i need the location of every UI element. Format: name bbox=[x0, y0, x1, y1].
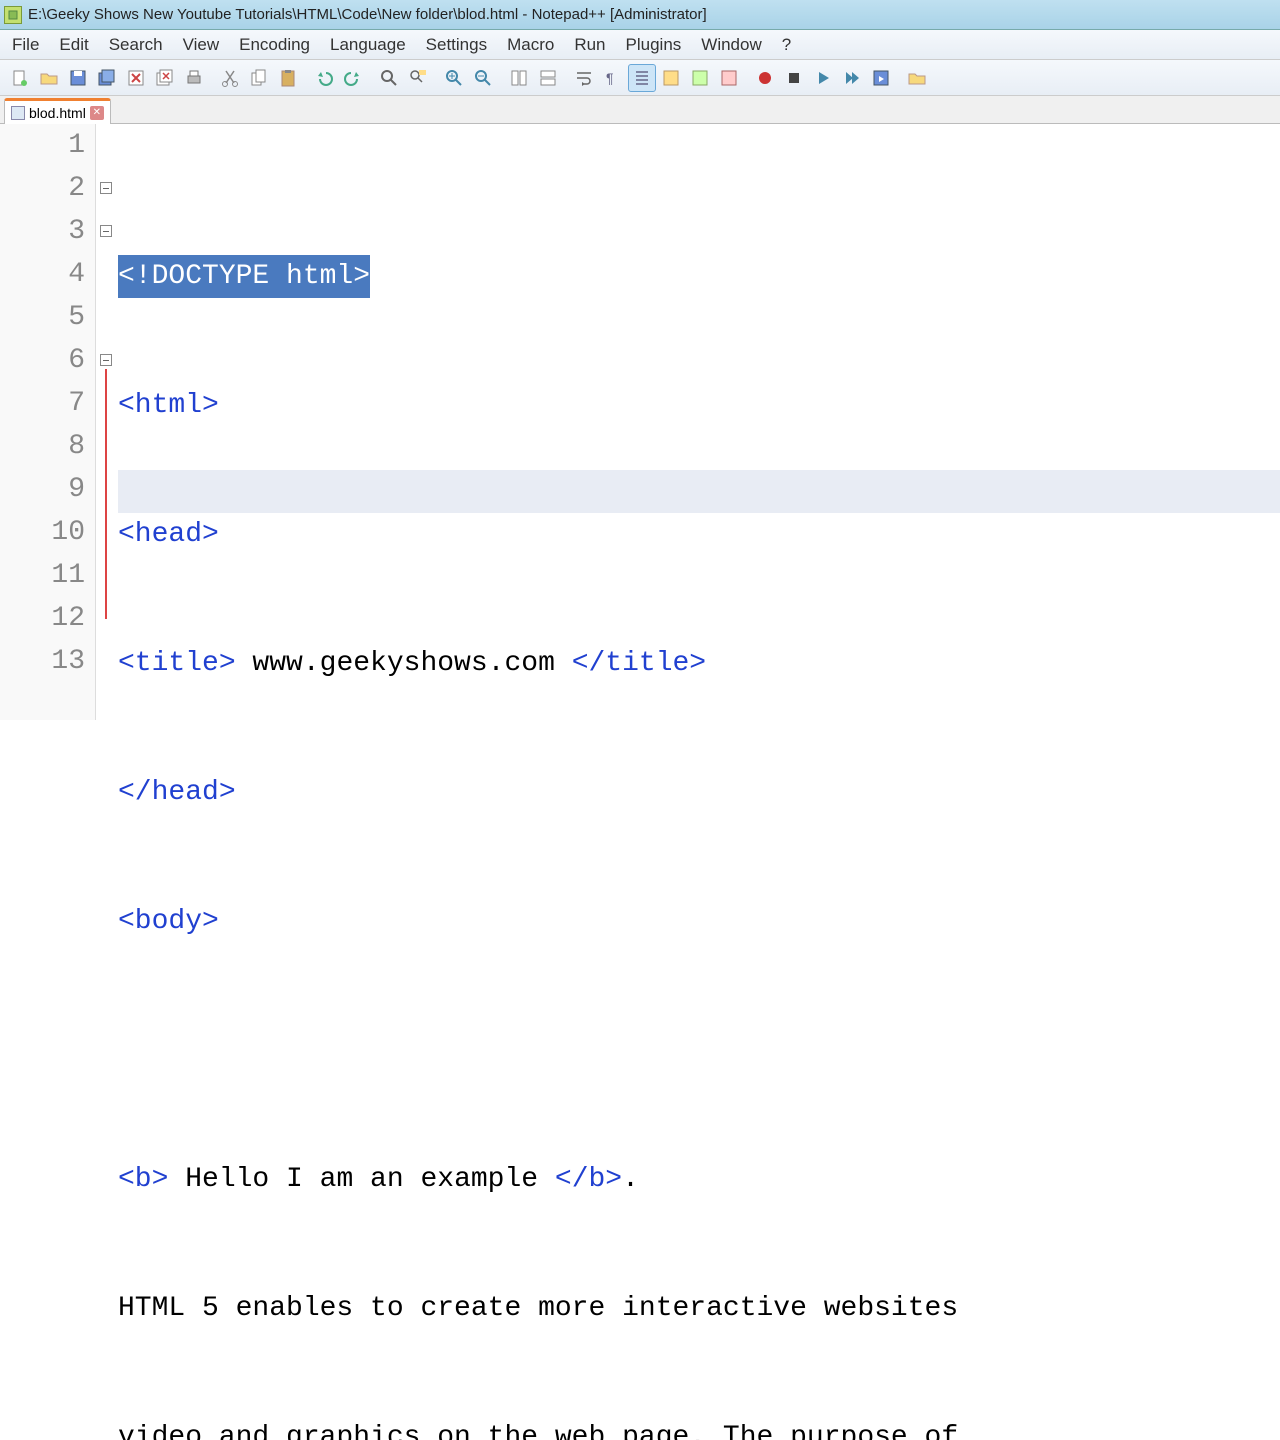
toolbar: ¶ bbox=[0, 60, 1280, 96]
code-text: <html> bbox=[118, 384, 219, 427]
copy-icon[interactable] bbox=[245, 64, 273, 92]
fold-toggle-icon[interactable] bbox=[100, 225, 112, 237]
menu-macro[interactable]: Macro bbox=[497, 30, 564, 59]
code-text: </head> bbox=[118, 771, 236, 814]
code-text: www.geekyshows.com bbox=[236, 642, 572, 685]
window-title: E:\Geeky Shows New Youtube Tutorials\HTM… bbox=[28, 6, 707, 23]
line-number: 4 bbox=[0, 253, 95, 296]
menu-view[interactable]: View bbox=[173, 30, 230, 59]
line-number: 3 bbox=[0, 210, 95, 253]
code-text: HTML 5 enables to create more interactiv… bbox=[118, 1287, 958, 1330]
tab-label: blod.html bbox=[29, 105, 86, 121]
editor[interactable]: 1 2 3 4 5 6 7 8 9 10 11 12 13 <!DOCTYPE … bbox=[0, 124, 1280, 720]
code-text: video and graphics on the web page. The … bbox=[118, 1416, 958, 1440]
doc-map-icon[interactable] bbox=[686, 64, 714, 92]
menu-bar: File Edit Search View Encoding Language … bbox=[0, 30, 1280, 60]
code-text: . bbox=[622, 1158, 639, 1201]
code-text: <b> bbox=[118, 1158, 168, 1201]
fold-column bbox=[96, 124, 118, 720]
line-number-gutter: 1 2 3 4 5 6 7 8 9 10 11 12 13 bbox=[0, 124, 96, 720]
app-icon bbox=[4, 6, 22, 24]
save-icon[interactable] bbox=[64, 64, 92, 92]
play-multi-icon[interactable] bbox=[838, 64, 866, 92]
wordwrap-icon[interactable] bbox=[570, 64, 598, 92]
indent-guide-icon[interactable] bbox=[628, 64, 656, 92]
file-icon bbox=[11, 106, 25, 120]
find-icon[interactable] bbox=[375, 64, 403, 92]
show-all-chars-icon[interactable]: ¶ bbox=[599, 64, 627, 92]
menu-file[interactable]: File bbox=[2, 30, 49, 59]
title-bar: E:\Geeky Shows New Youtube Tutorials\HTM… bbox=[0, 0, 1280, 30]
undo-icon[interactable] bbox=[310, 64, 338, 92]
line-number: 8 bbox=[0, 425, 95, 468]
print-icon[interactable] bbox=[180, 64, 208, 92]
user-lang-icon[interactable] bbox=[657, 64, 685, 92]
menu-window[interactable]: Window bbox=[691, 30, 771, 59]
record-macro-icon[interactable] bbox=[751, 64, 779, 92]
code-text: <head> bbox=[118, 513, 219, 556]
line-number: 9 bbox=[0, 468, 95, 511]
code-text: Hello I am an example bbox=[168, 1158, 554, 1201]
fold-toggle-icon[interactable] bbox=[100, 354, 112, 366]
save-macro-icon[interactable] bbox=[867, 64, 895, 92]
tab-close-icon[interactable]: ✕ bbox=[90, 106, 104, 120]
svg-text:¶: ¶ bbox=[606, 70, 614, 86]
play-macro-icon[interactable] bbox=[809, 64, 837, 92]
line-number: 12 bbox=[0, 597, 95, 640]
save-all-icon[interactable] bbox=[93, 64, 121, 92]
line-number: 13 bbox=[0, 640, 95, 683]
menu-search[interactable]: Search bbox=[99, 30, 173, 59]
fold-toggle-icon[interactable] bbox=[100, 182, 112, 194]
menu-encoding[interactable]: Encoding bbox=[229, 30, 320, 59]
code-text: <body> bbox=[118, 900, 219, 943]
menu-run[interactable]: Run bbox=[564, 30, 615, 59]
code-text: </b> bbox=[555, 1158, 622, 1201]
line-number: 1 bbox=[0, 124, 95, 167]
tab-bar: blod.html ✕ bbox=[0, 96, 1280, 124]
func-list-icon[interactable] bbox=[715, 64, 743, 92]
line-number: 5 bbox=[0, 296, 95, 339]
close-all-icon[interactable] bbox=[151, 64, 179, 92]
code-area[interactable]: <!DOCTYPE html> <html> <head> <title> ww… bbox=[118, 124, 1280, 720]
fold-line bbox=[105, 369, 107, 619]
line-number: 11 bbox=[0, 554, 95, 597]
zoom-in-icon[interactable] bbox=[440, 64, 468, 92]
line-number: 6 bbox=[0, 339, 95, 382]
sync-h-icon[interactable] bbox=[534, 64, 562, 92]
open-file-icon[interactable] bbox=[35, 64, 63, 92]
current-line-highlight bbox=[118, 470, 1280, 513]
redo-icon[interactable] bbox=[339, 64, 367, 92]
menu-language[interactable]: Language bbox=[320, 30, 416, 59]
paste-icon[interactable] bbox=[274, 64, 302, 92]
zoom-out-icon[interactable] bbox=[469, 64, 497, 92]
code-text: </title> bbox=[572, 642, 706, 685]
replace-icon[interactable] bbox=[404, 64, 432, 92]
line-number: 10 bbox=[0, 511, 95, 554]
tab-blod-html[interactable]: blod.html ✕ bbox=[4, 98, 111, 124]
menu-settings[interactable]: Settings bbox=[416, 30, 497, 59]
line-number: 2 bbox=[0, 167, 95, 210]
code-text: <title> bbox=[118, 642, 236, 685]
stop-macro-icon[interactable] bbox=[780, 64, 808, 92]
menu-plugins[interactable]: Plugins bbox=[616, 30, 692, 59]
close-icon[interactable] bbox=[122, 64, 150, 92]
menu-edit[interactable]: Edit bbox=[49, 30, 98, 59]
menu-help[interactable]: ? bbox=[772, 30, 801, 59]
show-folder-icon[interactable] bbox=[903, 64, 931, 92]
code-text: <!DOCTYPE html> bbox=[118, 255, 370, 298]
line-number: 7 bbox=[0, 382, 95, 425]
cut-icon[interactable] bbox=[216, 64, 244, 92]
sync-v-icon[interactable] bbox=[505, 64, 533, 92]
new-file-icon[interactable] bbox=[6, 64, 34, 92]
